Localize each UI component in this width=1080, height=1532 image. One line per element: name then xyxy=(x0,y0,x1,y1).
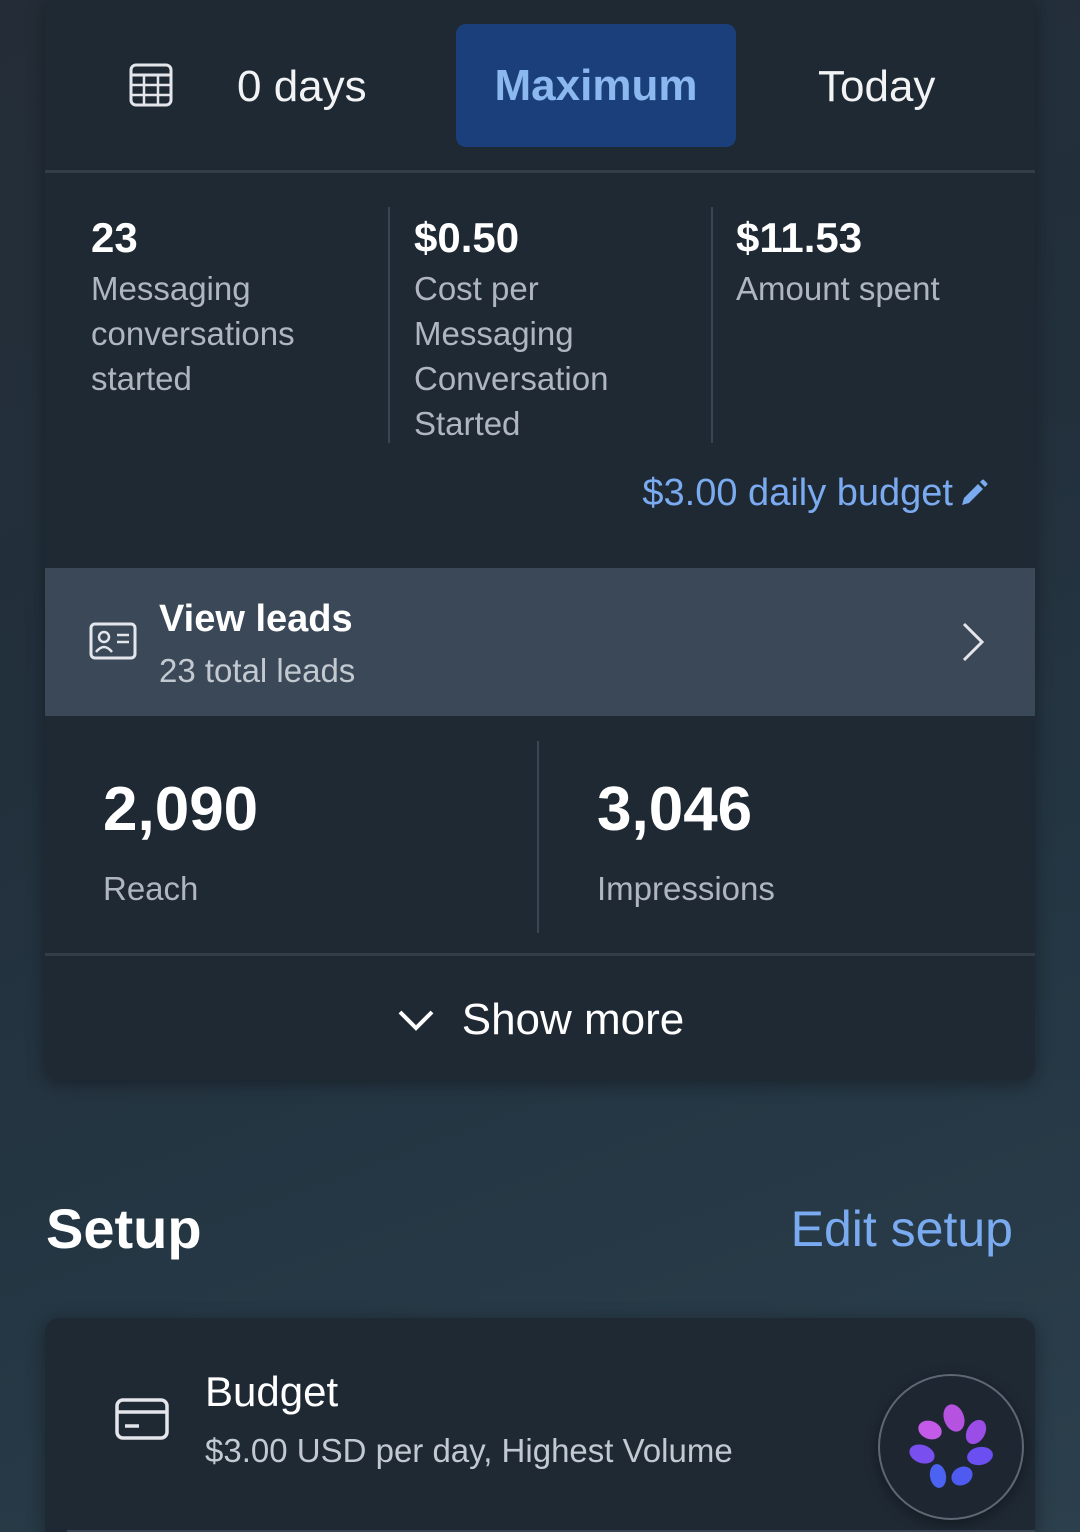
metric-label: Cost per Messaging Conversation Started xyxy=(414,270,609,442)
metric-value: 23 xyxy=(91,214,138,261)
metric-label: Messaging conversations started xyxy=(91,270,295,397)
days-range-label[interactable]: 0 days xyxy=(237,62,367,112)
meta-ai-button[interactable] xyxy=(878,1374,1024,1520)
stat-label: Reach xyxy=(103,870,199,907)
budget-description: $3.00 USD per day, Highest Volume xyxy=(205,1432,733,1469)
metric-messaging-conversations: 23 Messaging conversations started xyxy=(91,210,381,401)
metric-value: $11.53 xyxy=(736,214,863,261)
divider xyxy=(711,207,713,443)
budget-title: Budget xyxy=(205,1368,339,1415)
stat-value: 2,090 xyxy=(103,775,259,844)
setup-heading: Setup xyxy=(46,1197,202,1260)
chevron-right-icon xyxy=(962,622,985,662)
view-leads-title: View leads xyxy=(159,598,353,640)
tab-today[interactable]: Today xyxy=(818,62,935,112)
metric-value: $0.50 xyxy=(414,214,520,261)
daily-budget-label: $3.00 daily budget xyxy=(642,472,953,514)
tab-maximum[interactable]: Maximum xyxy=(456,24,736,147)
performance-card: 0 days Maximum Today 23 Messaging conver… xyxy=(45,0,1035,1080)
ai-flower-icon xyxy=(909,1404,993,1488)
chevron-down-icon xyxy=(398,1010,434,1031)
stat-impressions: 3,046 Impressions xyxy=(597,770,775,908)
show-more-button[interactable]: Show more xyxy=(45,960,1035,1080)
pencil-icon xyxy=(962,479,988,505)
credit-card-icon xyxy=(115,1398,169,1440)
divider xyxy=(388,207,390,443)
stat-label: Impressions xyxy=(597,870,775,907)
calendar-table-icon[interactable] xyxy=(128,62,174,108)
metric-label: Amount spent xyxy=(736,270,940,307)
edit-setup-link[interactable]: Edit setup xyxy=(791,1200,1013,1258)
date-range-selector: 0 days Maximum Today xyxy=(45,0,1035,173)
divider xyxy=(45,953,1035,956)
metric-cost-per-conversation: $0.50 Cost per Messaging Conversation St… xyxy=(414,210,704,446)
divider xyxy=(537,741,539,933)
view-leads-row[interactable]: View leads 23 total leads xyxy=(45,568,1035,716)
contact-card-icon xyxy=(89,622,137,660)
stat-value: 3,046 xyxy=(597,775,753,844)
stat-reach: 2,090 Reach xyxy=(103,770,258,908)
total-leads-count: 23 total leads xyxy=(159,652,356,689)
show-more-label: Show more xyxy=(461,995,685,1044)
metric-amount-spent: $11.53 Amount spent xyxy=(736,210,1026,311)
daily-budget-link[interactable]: $3.00 daily budget xyxy=(642,472,989,515)
